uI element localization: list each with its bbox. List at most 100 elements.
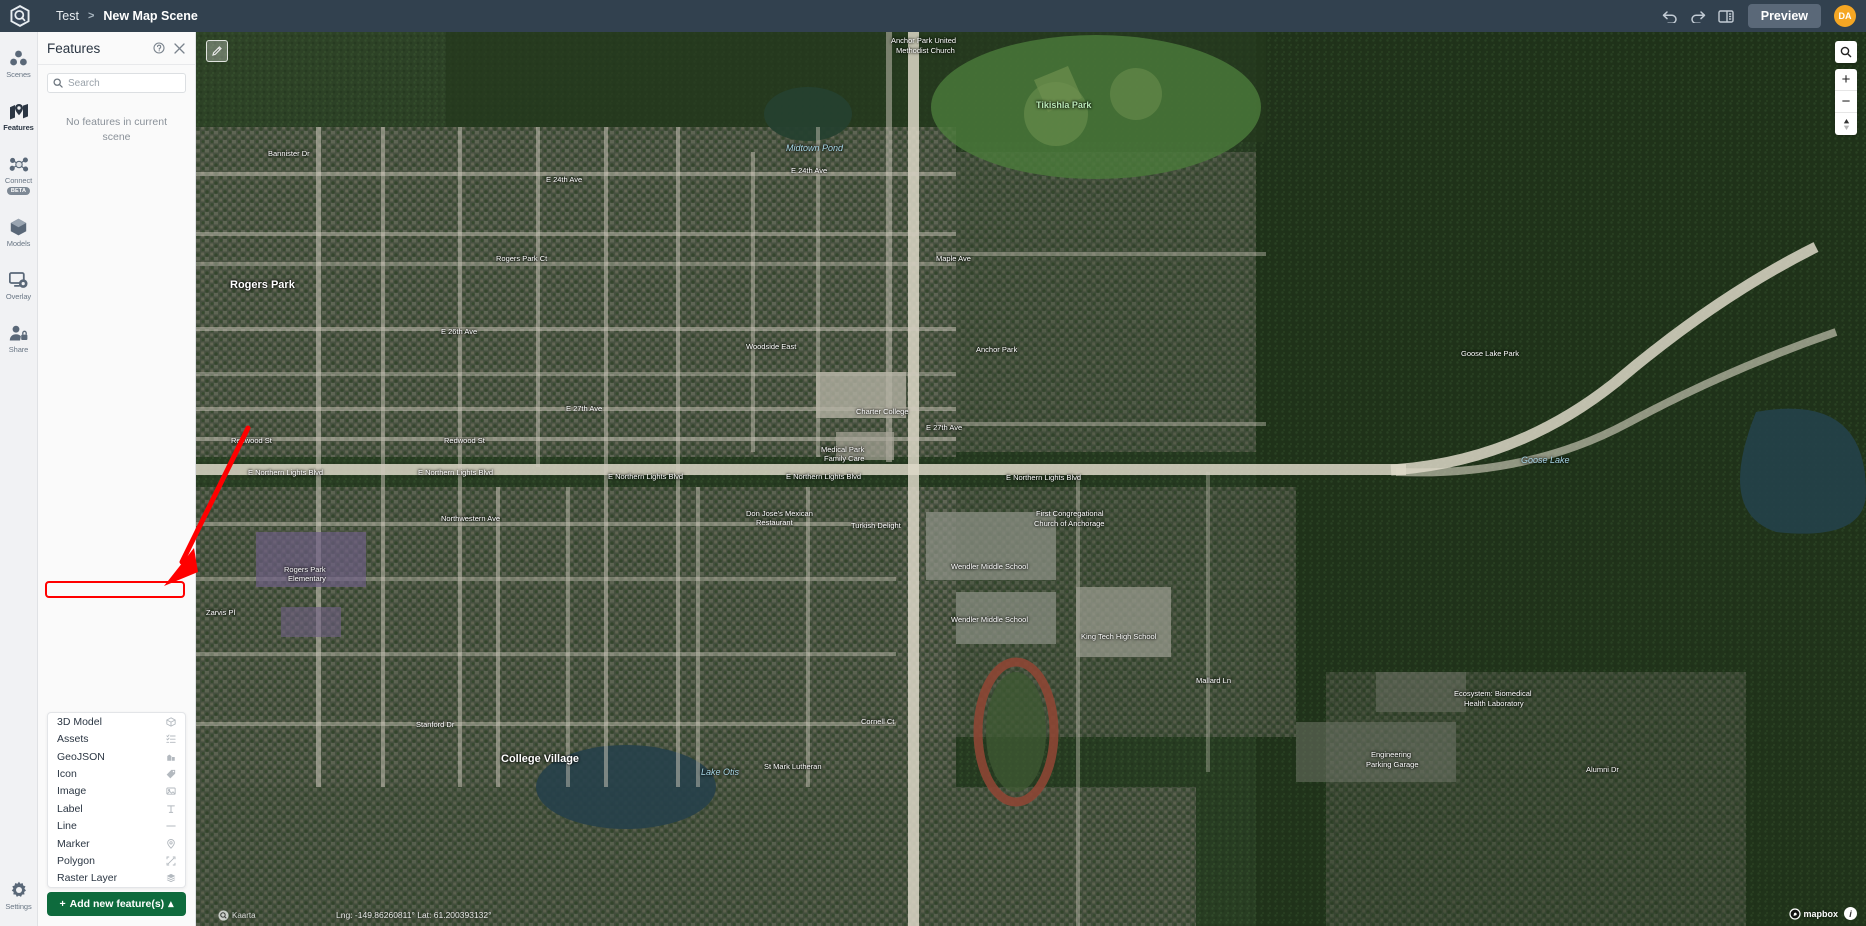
overlay-monitor-gear-icon <box>9 269 28 289</box>
add-feature-container: + Add new feature(s) ▴ <box>38 892 195 926</box>
polygon-corners-icon <box>166 856 176 866</box>
info-circle-icon[interactable]: i <box>1844 907 1857 920</box>
search-icon <box>53 78 63 88</box>
search-box[interactable] <box>47 73 186 93</box>
breadcrumb: Test > New Map Scene <box>56 9 198 23</box>
top-bar: Test > New Map Scene Preview DA <box>0 0 1866 32</box>
feature-type-label: Image <box>57 785 87 798</box>
page-title: Features <box>47 40 101 56</box>
share-person-lock-icon <box>9 322 28 342</box>
mapbox-logo-icon[interactable]: mapbox <box>1789 907 1838 920</box>
quantum-hex-logo-icon <box>10 5 30 27</box>
feature-type-polygon[interactable]: Polygon <box>48 852 185 869</box>
undo-arrow-icon[interactable] <box>1661 7 1679 25</box>
breadcrumb-root[interactable]: Test <box>56 9 79 23</box>
feature-type-marker[interactable]: Marker <box>48 835 185 852</box>
feature-type-dropdown: 3D Model Assets GeoJSON Icon Image Label… <box>47 712 186 888</box>
close-x-icon[interactable] <box>173 42 186 55</box>
feature-type-label: 3D Model <box>57 715 102 728</box>
image-picture-icon <box>166 786 176 796</box>
draw-tool-button[interactable] <box>206 40 228 62</box>
geojson-shape-icon <box>166 752 176 762</box>
feature-type-label: Assets <box>57 733 89 746</box>
sidebar-item-overlay[interactable]: Overlay <box>0 262 38 306</box>
chevron-up-icon: ▴ <box>168 898 174 910</box>
features-map-pin-icon <box>9 100 29 120</box>
zoom-out-button[interactable]: − <box>1835 91 1857 113</box>
layers-stack-icon <box>166 873 176 883</box>
sidebar-item-scenes[interactable]: Scenes <box>0 40 38 84</box>
app-logo-button[interactable] <box>0 0 40 32</box>
feature-type-assets[interactable]: Assets <box>48 730 185 747</box>
feature-type-image[interactable]: Image <box>48 783 185 800</box>
feature-type-label: Raster Layer <box>57 872 118 885</box>
sidebar-item-settings[interactable]: Settings <box>0 872 38 916</box>
feature-type-label: Icon <box>57 767 77 780</box>
sidebar-item-label: Features <box>3 123 34 132</box>
map-viewport[interactable]: Anchor Park United Methodist Church Tikish… <box>196 32 1866 926</box>
text-t-icon <box>166 804 176 814</box>
zoom-in-button[interactable]: + <box>1835 69 1857 91</box>
search-input[interactable] <box>68 77 180 89</box>
sidebar-item-label: Scenes <box>6 70 31 79</box>
quantum-hex-logo-icon <box>218 910 229 921</box>
top-bar-actions: Preview DA <box>1661 4 1866 28</box>
line-dash-icon <box>166 821 176 831</box>
map-coordinates-readout: Lng: -149.86260811° Lat: 61.200393132° <box>336 910 492 920</box>
search-icon <box>1840 46 1852 58</box>
beta-badge: BETA <box>6 186 31 195</box>
map-brand-watermark: Kaarta <box>218 910 256 921</box>
scenes-cubes-icon <box>9 47 28 67</box>
satellite-map-canvas <box>196 32 1866 926</box>
sidebar-item-connect[interactable]: Connect BETA <box>0 146 38 200</box>
sidebar-item-label: Settings <box>5 902 32 911</box>
map-brand-label: Kaarta <box>232 911 256 920</box>
add-new-feature-button[interactable]: + Add new feature(s) ▴ <box>47 892 186 916</box>
pencil-draw-icon <box>212 46 222 56</box>
compass-north-icon[interactable] <box>1835 113 1857 135</box>
connect-nodes-icon <box>9 153 29 173</box>
breadcrumb-separator-icon: > <box>87 10 95 22</box>
cube-outline-icon <box>166 717 176 727</box>
help-circle-icon[interactable] <box>153 42 165 54</box>
user-avatar[interactable]: DA <box>1834 5 1856 27</box>
preview-button[interactable]: Preview <box>1747 4 1821 28</box>
sidebar-item-features[interactable]: Features <box>0 93 38 137</box>
features-panel-header: Features <box>38 32 195 65</box>
sidebar-item-label: Connect <box>4 176 33 185</box>
sidebar-item-label: Overlay <box>5 291 32 301</box>
map-search-button[interactable] <box>1835 41 1857 63</box>
feature-type-label: Polygon <box>57 854 95 867</box>
list-checklist-icon <box>166 734 176 744</box>
redo-arrow-icon[interactable] <box>1689 7 1707 25</box>
gear-icon <box>10 879 28 899</box>
sidebar-item-share[interactable]: Share <box>0 315 38 359</box>
panel-spacer <box>38 161 195 712</box>
split-panel-icon[interactable] <box>1717 7 1735 25</box>
map-attribution: mapbox i <box>1789 907 1857 920</box>
feature-type-3d-model[interactable]: 3D Model <box>48 713 185 730</box>
feature-type-label: Line <box>57 820 77 833</box>
feature-type-label[interactable]: Label <box>48 800 185 817</box>
feature-type-line[interactable]: Line <box>48 817 185 834</box>
feature-type-label: Label <box>57 802 83 815</box>
sidebar-item-label: Share <box>8 344 29 354</box>
feature-type-icon[interactable]: Icon <box>48 765 185 782</box>
plus-icon: + <box>59 898 66 910</box>
mapbox-label: mapbox <box>1803 908 1838 919</box>
breadcrumb-current[interactable]: New Map Scene <box>103 9 197 23</box>
add-feature-label: Add new feature(s) <box>69 898 165 910</box>
tag-icon <box>166 769 176 779</box>
models-cube-icon <box>10 216 27 236</box>
search-container <box>38 65 195 99</box>
features-panel: Features Search No features in current s… <box>38 32 196 926</box>
feature-type-label: GeoJSON <box>57 750 105 763</box>
left-nav-rail: Scenes Features Connect BETA Models Over… <box>0 32 38 926</box>
map-zoom-controls: + − <box>1835 69 1857 135</box>
sidebar-item-label: Models <box>6 238 31 248</box>
sidebar-item-models[interactable]: Models <box>0 209 38 253</box>
feature-type-label: Marker <box>57 837 90 850</box>
feature-type-raster-layer[interactable]: Raster Layer <box>48 870 185 887</box>
map-marker-icon <box>166 838 176 849</box>
feature-type-geojson[interactable]: GeoJSON <box>48 748 185 765</box>
